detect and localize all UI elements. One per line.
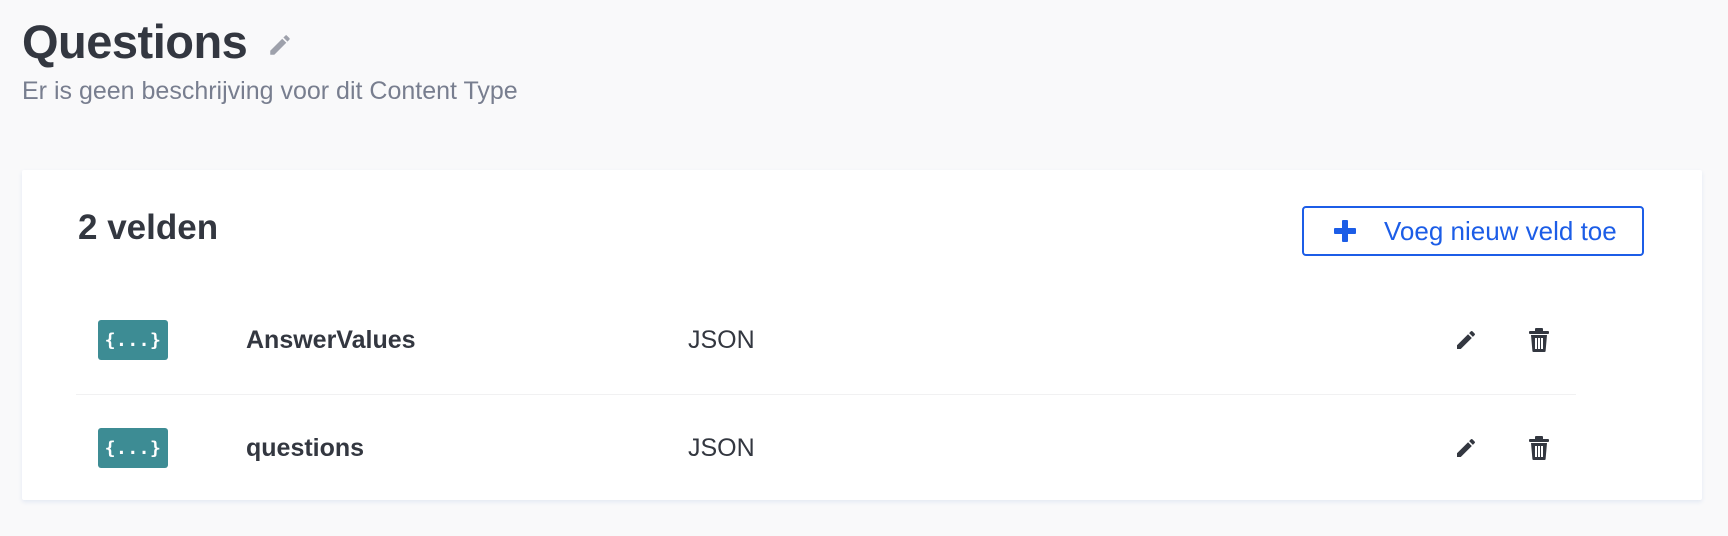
field-name: AnswerValues [246, 325, 416, 354]
content-type-description: Er is geen beschrijving voor dit Content… [22, 77, 518, 105]
add-field-label: Voeg nieuw veld toe [1384, 216, 1617, 246]
field-row-answervalues[interactable]: {...} AnswerValues JSON [76, 286, 1576, 395]
json-type-badge: {...} [98, 320, 168, 360]
page-title: Questions [22, 15, 248, 68]
field-name: questions [246, 433, 365, 462]
field-row-questions[interactable]: {...} questions JSON [76, 394, 1576, 502]
plus-icon [1334, 220, 1356, 242]
pencil-icon[interactable] [1451, 433, 1481, 463]
page-header: Questions Er is geen beschrijving voor d… [22, 14, 518, 107]
trash-icon[interactable] [1524, 325, 1554, 355]
add-field-button[interactable]: Voeg nieuw veld toe [1302, 206, 1644, 256]
field-type: JSON [688, 433, 755, 462]
pencil-icon[interactable] [1451, 325, 1481, 355]
field-type: JSON [688, 325, 755, 354]
fields-count-title: 2 velden [78, 208, 219, 247]
title-row: Questions [22, 14, 518, 70]
json-type-badge: {...} [98, 428, 168, 468]
trash-icon[interactable] [1524, 433, 1554, 463]
pencil-icon[interactable] [267, 32, 293, 58]
